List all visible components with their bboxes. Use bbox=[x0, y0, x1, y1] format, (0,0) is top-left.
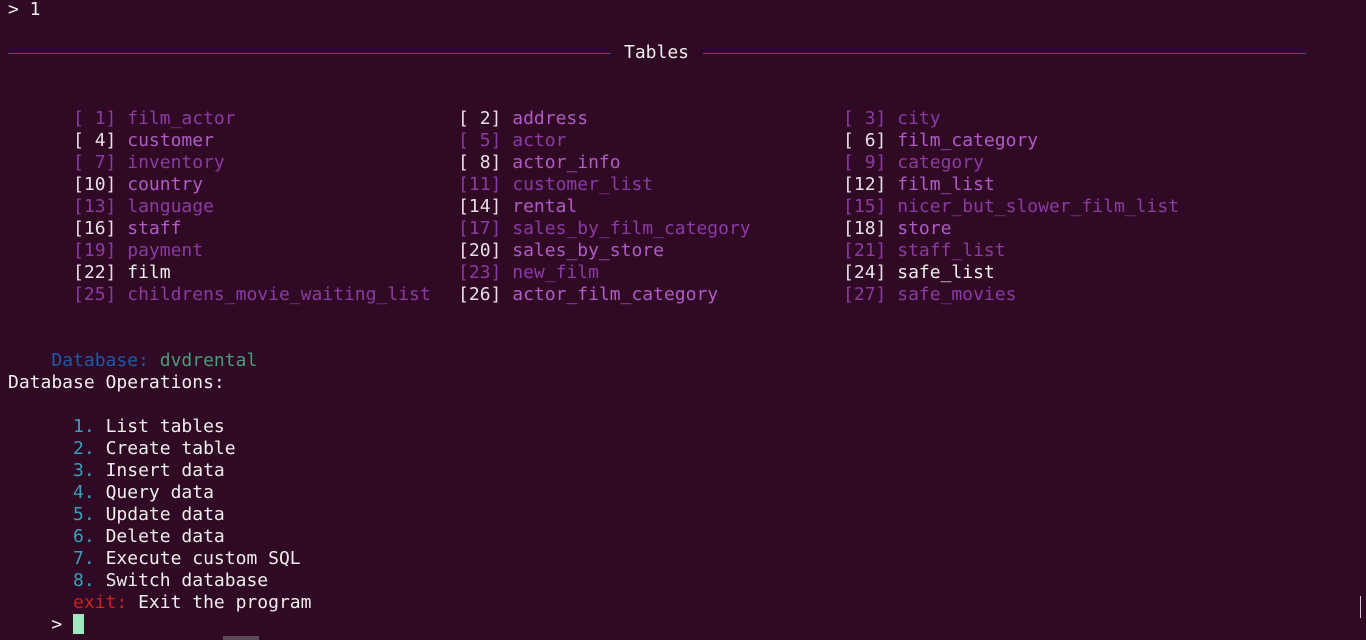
table-entry: [ 7] inventory bbox=[8, 130, 225, 173]
table-entry: [ 9] category bbox=[778, 130, 984, 173]
menu-item-update-data: 5. Update data bbox=[8, 482, 225, 525]
table-entry: [10] country bbox=[8, 152, 203, 195]
table-entry: [ 6] film_category bbox=[778, 108, 1038, 151]
table-entry: [16] staff bbox=[8, 196, 181, 239]
menu-item-execute-sql: 7. Execute custom SQL bbox=[8, 526, 301, 569]
table-entry: [19] payment bbox=[8, 218, 203, 261]
table-entry: [21] staff_list bbox=[778, 218, 1006, 261]
table-entry: [ 5] actor bbox=[393, 108, 566, 151]
table-entry: [20] sales_by_store bbox=[393, 218, 664, 261]
table-entry: [ 4] customer bbox=[8, 108, 214, 151]
table-entry: [18] store bbox=[778, 196, 951, 239]
table-entry: [ 2] address bbox=[393, 86, 588, 129]
menu-item-insert-data: 3. Insert data bbox=[8, 438, 225, 481]
database-label: Database: bbox=[51, 350, 149, 371]
table-name: safe_movies bbox=[897, 284, 1017, 305]
tables-header: Tables bbox=[8, 42, 1306, 64]
menu-item-exit: exit: Exit the program bbox=[8, 570, 311, 613]
table-entry: [ 3] city bbox=[778, 86, 941, 129]
table-entry: [24] safe_list bbox=[778, 240, 995, 283]
menu-item-list-tables: 1. List tables bbox=[8, 394, 225, 437]
table-entry: [14] rental bbox=[393, 174, 577, 217]
menu-item-label: Exit the program bbox=[138, 592, 312, 613]
header-rule-right bbox=[703, 53, 1306, 54]
table-entry: [23] new_film bbox=[393, 240, 599, 283]
header-rule-left bbox=[8, 53, 611, 54]
table-entry: [17] sales_by_film_category bbox=[393, 196, 751, 239]
horizontal-scroll-indicator[interactable] bbox=[223, 636, 259, 640]
table-name: childrens_movie_waiting_list bbox=[127, 284, 431, 305]
table-entry: [22] film bbox=[8, 240, 171, 283]
table-entry: [27] safe_movies bbox=[778, 262, 1016, 305]
input-prompt: > bbox=[51, 614, 63, 635]
menu-item-query-data: 4. Query data bbox=[8, 460, 214, 503]
table-entry: [ 8] actor_info bbox=[393, 130, 621, 173]
database-name: dvdrental bbox=[159, 350, 258, 371]
text-cursor[interactable] bbox=[73, 614, 85, 634]
table-index: [27] bbox=[843, 284, 887, 305]
table-entry: [11] customer_list bbox=[393, 152, 653, 195]
menu-item-switch-database: 8. Switch database bbox=[8, 548, 268, 591]
scrollbar-thumb[interactable] bbox=[1360, 596, 1361, 618]
table-index: [26] bbox=[458, 284, 502, 305]
table-entry: [15] nicer_but_slower_film_list bbox=[778, 174, 1179, 217]
tables-title: Tables bbox=[624, 42, 690, 63]
table-name: actor_film_category bbox=[512, 284, 719, 305]
table-entry: [12] film_list bbox=[778, 152, 995, 195]
menu-item-delete-data: 6. Delete data bbox=[8, 504, 225, 547]
operations-header: Database Operations: bbox=[8, 372, 225, 393]
database-line: Database: dvdrental bbox=[8, 328, 257, 371]
table-index: [25] bbox=[73, 284, 117, 305]
table-entry: [25] childrens_movie_waiting_list bbox=[8, 262, 431, 305]
menu-item-create-table: 2. Create table bbox=[8, 416, 236, 459]
table-entry: [26] actor_film_category bbox=[393, 262, 718, 305]
previous-command: > 1 bbox=[8, 0, 41, 20]
table-entry: [ 1] film_actor bbox=[8, 86, 236, 129]
table-entry: [13] language bbox=[8, 174, 214, 217]
input-line[interactable]: > bbox=[8, 592, 85, 635]
